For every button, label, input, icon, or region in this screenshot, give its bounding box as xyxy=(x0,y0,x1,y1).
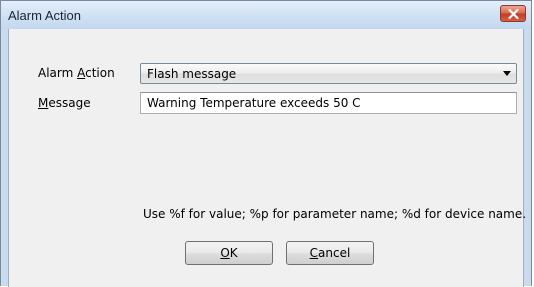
alarm-action-select[interactable]: Flash message xyxy=(140,63,517,84)
close-icon xyxy=(507,8,519,19)
message-label: Message xyxy=(38,96,91,110)
close-button[interactable] xyxy=(500,5,526,22)
placeholder-hint-text: Use %f for value; %p for parameter name;… xyxy=(143,207,527,221)
chevron-down-icon xyxy=(503,71,511,76)
alarm-action-dialog: Alarm Action Alarm Action Flash message … xyxy=(0,0,532,287)
title-bar[interactable]: Alarm Action xyxy=(1,1,531,29)
dialog-body: Alarm Action Flash message Message Use %… xyxy=(8,29,527,287)
alarm-action-selected-value: Flash message xyxy=(147,67,237,81)
ok-button-label: OK xyxy=(220,246,238,260)
cancel-button-label: Cancel xyxy=(309,246,351,260)
ok-button[interactable]: OK xyxy=(185,241,273,265)
cancel-button[interactable]: Cancel xyxy=(286,241,374,265)
window-title: Alarm Action xyxy=(8,8,81,23)
message-input[interactable] xyxy=(140,92,517,114)
alarm-action-label: Alarm Action xyxy=(38,66,115,80)
